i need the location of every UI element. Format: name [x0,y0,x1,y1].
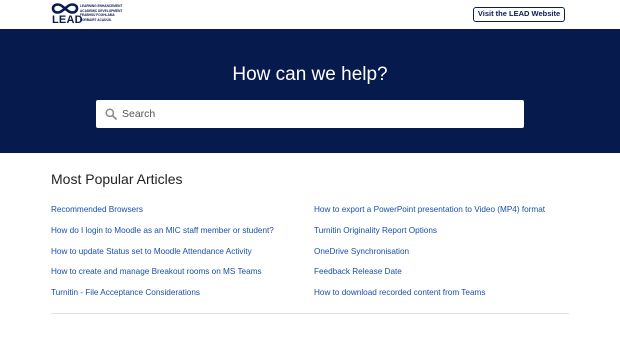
article-link[interactable]: How to export a PowerPoint presentation … [314,205,545,215]
search-input[interactable] [122,100,517,128]
logo-tagline-line: FORBAIRT ACADÚIL [80,17,112,22]
article-link[interactable]: Turnitin - File Acceptance Consideration… [51,288,200,298]
hero-banner: How can we help? [0,29,620,153]
article-link[interactable]: OneDrive Synchronisation [314,247,409,257]
lead-logo[interactable]: LEAD LEARNING ENHANCEMENT ACADEMIC DEVEL… [51,2,127,27]
article-link[interactable]: Recommended Browsers [51,205,143,215]
visit-lead-website-button[interactable]: Visit the LEAD Website [473,7,565,22]
article-link[interactable]: Feedback Release Date [314,267,402,277]
search-box[interactable] [96,100,524,128]
section-title: Most Popular Articles [51,171,183,187]
article-link[interactable]: Turnitin Originality Report Options [314,226,437,236]
article-link[interactable]: How to download recorded content from Te… [314,288,485,298]
article-link[interactable]: How do I login to Moodle as an MIC staff… [51,226,274,236]
article-link[interactable]: How to update Status set to Moodle Atten… [51,247,252,257]
search-icon [105,108,117,120]
logo-wordmark: LEAD [52,14,83,26]
section-divider [51,313,569,314]
article-link[interactable]: How to create and manage Breakout rooms … [51,267,262,277]
infinity-icon: LEAD [51,2,83,27]
logo-tagline: LEARNING ENHANCEMENT ACADEMIC DEVELOPMEN… [80,4,130,22]
hero-title: How can we help? [232,64,388,85]
top-bar: LEAD LEARNING ENHANCEMENT ACADEMIC DEVEL… [0,0,620,29]
